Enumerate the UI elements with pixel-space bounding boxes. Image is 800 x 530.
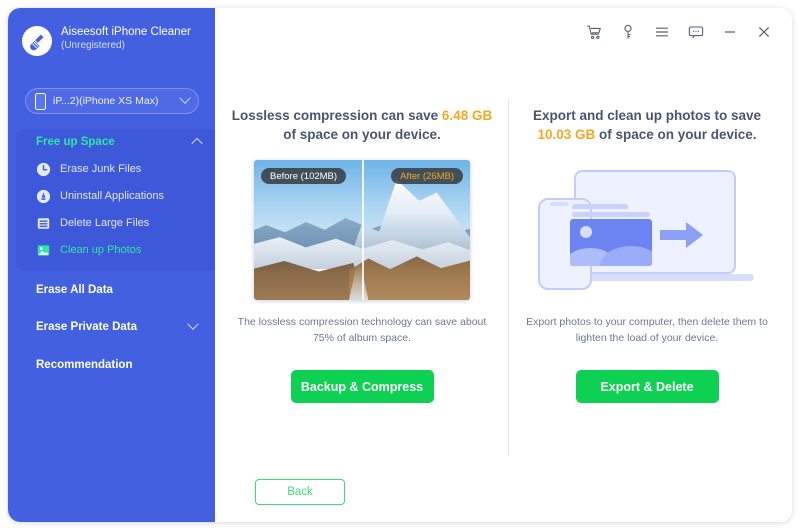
- export-illustration: [532, 160, 762, 300]
- compression-title-post: of space on your device.: [283, 127, 441, 142]
- minimize-icon[interactable]: [721, 24, 738, 41]
- compression-savings-amount: 6.48 GB: [441, 108, 493, 123]
- comparison-divider: [362, 160, 364, 300]
- sidebar-item-label: Delete Large Files: [60, 217, 150, 229]
- export-media: [515, 160, 779, 300]
- sidebar-section-label: Recommendation: [36, 359, 133, 371]
- panel-divider: [508, 100, 509, 455]
- export-title-post: of space on your device.: [599, 127, 757, 142]
- main-content: Lossless compression can save 6.48 GB of…: [215, 56, 792, 522]
- sidebar-group-label: Free up Space: [36, 136, 115, 148]
- compression-title-pre: Lossless compression can save: [231, 108, 439, 123]
- close-icon[interactable]: [755, 24, 772, 41]
- compression-media: Before (102MB) After (26MB): [230, 160, 494, 300]
- folder-tab-mid: [572, 212, 650, 217]
- sidebar-item-label: Clean up Photos: [60, 244, 142, 256]
- app-name-line1: Aiseesoft iPhone: [61, 26, 148, 38]
- menu-icon[interactable]: [653, 24, 670, 41]
- sidebar-item-uninstall-applications[interactable]: Uninstall Applications: [16, 183, 215, 209]
- sidebar-item-delete-large-files[interactable]: Delete Large Files: [16, 210, 215, 236]
- sidebar-item-label: Erase Junk Files: [60, 163, 142, 175]
- after-tag: After (26MB): [391, 168, 463, 184]
- compression-title: Lossless compression can save 6.48 GB of…: [230, 106, 494, 144]
- sidebar-section-label: Erase All Data: [36, 284, 113, 296]
- back-button[interactable]: Back: [255, 479, 345, 505]
- export-savings-amount: 10.03 GB: [537, 127, 596, 142]
- chevron-down-icon: [179, 92, 191, 104]
- titlebar: [215, 8, 792, 56]
- device-selector[interactable]: iP...2)(iPhone XS Max): [25, 88, 199, 114]
- sidebar: Aiseesoft iPhone Cleaner (Unregistered) …: [8, 8, 215, 522]
- brand: Aiseesoft iPhone Cleaner (Unregistered): [22, 22, 202, 72]
- compression-panel: Lossless compression can save 6.48 GB of…: [230, 106, 494, 403]
- broom-icon: [22, 26, 52, 56]
- compression-description: The lossless compression technology can …: [237, 316, 487, 344]
- cart-icon[interactable]: [585, 24, 602, 41]
- export-delete-button[interactable]: Export & Delete: [575, 370, 719, 403]
- before-after-image: Before (102MB) After (26MB): [254, 160, 470, 300]
- photo-card-icon: [570, 219, 652, 266]
- app-window: Aiseesoft iPhone Cleaner (Unregistered) …: [8, 8, 792, 522]
- chevron-up-icon: [191, 137, 203, 150]
- key-icon[interactable]: [619, 24, 636, 41]
- export-description: Export photos to your computer, then del…: [526, 316, 768, 344]
- registration-status: (Unregistered): [61, 40, 125, 51]
- clock-icon: [36, 162, 51, 177]
- photo-icon: [36, 243, 51, 258]
- export-title-pre: Export and clean up photos to save: [532, 108, 762, 123]
- before-tag: Before (102MB): [261, 168, 347, 184]
- photo-hill-b: [600, 246, 652, 266]
- brand-text: Aiseesoft iPhone Cleaner (Unregistered): [61, 22, 191, 53]
- backup-compress-button[interactable]: Backup & Compress: [290, 370, 434, 403]
- files-icon: [36, 216, 51, 231]
- sidebar-item-clean-up-photos[interactable]: Clean up Photos: [16, 237, 215, 263]
- arrow-right-icon: [660, 222, 704, 253]
- sidebar-item-label: Uninstall Applications: [60, 190, 164, 202]
- phone-icon: [35, 92, 46, 110]
- sidebar-item-erase-private-data[interactable]: Erase Private Data: [8, 315, 215, 339]
- sidebar-section-label: Erase Private Data: [36, 321, 138, 333]
- sidebar-item-erase-all-data[interactable]: Erase All Data: [8, 278, 215, 302]
- folder-tab-top: [572, 204, 628, 209]
- export-title: Export and clean up photos to save 10.03…: [515, 106, 779, 144]
- sidebar-group-free-up-space: Free up Space Erase Junk Files Uninstall…: [16, 129, 215, 271]
- export-panel: Export and clean up photos to save 10.03…: [515, 106, 779, 403]
- phone-notch: [550, 202, 568, 206]
- sidebar-group-header[interactable]: Free up Space: [16, 129, 215, 155]
- chevron-down-icon: [187, 318, 199, 330]
- sidebar-item-recommendation[interactable]: Recommendation: [8, 353, 215, 377]
- feedback-icon[interactable]: [687, 24, 704, 41]
- photo-sun: [580, 226, 592, 238]
- device-selector-label: iP...2)(iPhone XS Max): [53, 95, 159, 107]
- sidebar-item-erase-junk-files[interactable]: Erase Junk Files: [16, 156, 215, 182]
- rocket-icon: [36, 189, 51, 204]
- app-name-line2: Cleaner: [150, 26, 191, 38]
